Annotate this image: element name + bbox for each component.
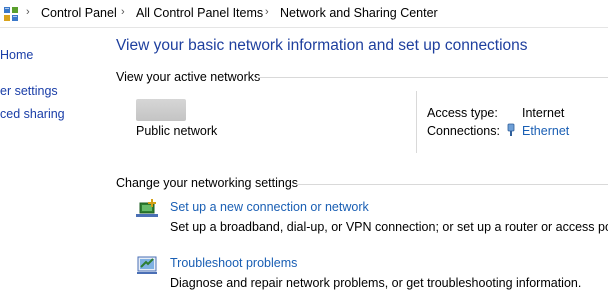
change-settings-header: Change your networking settings: [116, 176, 299, 190]
main-pane: View your basic network information and …: [116, 28, 608, 291]
access-type-value: Internet: [522, 106, 565, 120]
page-title: View your basic network information and …: [116, 37, 528, 54]
divider: [296, 184, 608, 185]
new-connection-icon[interactable]: [135, 198, 159, 220]
nav-change-adapter-settings[interactable]: er settings: [0, 84, 58, 98]
setup-connection-description: Set up a broadband, dial-up, or VPN conn…: [170, 220, 608, 234]
setup-connection-link[interactable]: Set up a new connection or network: [170, 200, 369, 214]
divider: [257, 77, 608, 78]
troubleshoot-icon[interactable]: [135, 254, 159, 276]
nav-control-panel-home[interactable]: Home: [0, 48, 33, 62]
divider: [416, 91, 417, 153]
ethernet-connection-link[interactable]: Ethernet: [522, 124, 569, 138]
breadcrumb-separator-icon[interactable]: ›: [121, 6, 125, 18]
nav-advanced-sharing-settings[interactable]: ced sharing: [0, 107, 65, 121]
troubleshoot-description: Diagnose and repair network problems, or…: [170, 276, 582, 290]
breadcrumb-all-items[interactable]: All Control Panel Items: [136, 6, 263, 20]
breadcrumb: › Control Panel › All Control Panel Item…: [0, 0, 608, 28]
breadcrumb-separator-icon[interactable]: ›: [265, 6, 269, 18]
left-nav: Home er settings ced sharing: [0, 28, 100, 291]
control-panel-icon[interactable]: [3, 6, 19, 22]
network-sharing-center-window: › Control Panel › All Control Panel Item…: [0, 0, 608, 291]
network-icon: [136, 99, 186, 121]
breadcrumb-control-panel[interactable]: Control Panel: [41, 6, 117, 20]
access-type-label: Access type:: [427, 106, 498, 120]
troubleshoot-link[interactable]: Troubleshoot problems: [170, 256, 297, 270]
breadcrumb-network-sharing-center[interactable]: Network and Sharing Center: [280, 6, 438, 20]
active-networks-header: View your active networks: [116, 70, 261, 84]
ethernet-icon: [507, 123, 515, 136]
network-name: Public network: [136, 124, 218, 138]
breadcrumb-separator-icon[interactable]: ›: [26, 6, 30, 18]
connections-label: Connections:: [427, 124, 500, 138]
